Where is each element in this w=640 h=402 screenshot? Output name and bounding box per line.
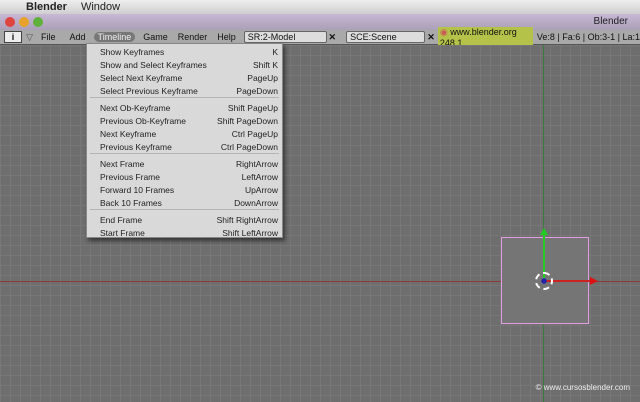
menu-item[interactable]: Previous Keyframe Ctrl PageDown: [87, 140, 282, 153]
menu-item[interactable]: Select Previous Keyframe PageDown: [87, 84, 282, 97]
menu-add[interactable]: Add: [70, 32, 86, 42]
zoom-button[interactable]: [33, 17, 43, 27]
collapse-icon[interactable]: ▽: [26, 32, 33, 43]
screen-selector[interactable]: SR:2-Model: [243, 31, 327, 43]
menu-item-shortcut: Shift PageUp: [227, 102, 278, 113]
menu-item[interactable]: Start Frame Shift LeftArrow: [87, 226, 282, 239]
menu-item-shortcut: PageDown: [236, 85, 278, 96]
menu-item-label: Back 10 Frames: [100, 197, 162, 208]
x-arrow-head: [590, 277, 598, 285]
timeline-menu: Show Keyframes K Show and Select Keyframes…: [86, 43, 283, 238]
menu-item-label: Next Ob-Keyframe: [100, 102, 171, 113]
menu-item-shortcut: LeftArrow: [241, 171, 278, 182]
menu-item-label: Next Keyframe: [100, 128, 157, 139]
menu-item-label: Select Next Keyframe: [100, 72, 183, 83]
menu-item-label: Select Previous Keyframe: [100, 85, 198, 96]
menu-file[interactable]: File: [41, 32, 56, 42]
menu-item[interactable]: Next Keyframe Ctrl PageUp: [87, 127, 282, 140]
menu-item[interactable]: Back 10 Frames DownArrow: [87, 196, 282, 209]
menu-item-shortcut: K: [272, 46, 278, 57]
menu-item-label: Next Frame: [100, 158, 145, 169]
menu-item-label: Show and Select Keyframes: [100, 59, 207, 70]
menu-item[interactable]: Forward 10 Frames UpArrow: [87, 183, 282, 196]
menu-render[interactable]: Render: [178, 32, 208, 42]
minimize-button[interactable]: [19, 17, 29, 27]
menu-item-shortcut: PageUp: [247, 72, 278, 83]
editor-type-button[interactable]: i: [4, 31, 23, 43]
scene-stats: Ve:8 | Fa:6 | Ob:3-1 | La:1: [536, 32, 640, 42]
menu-item[interactable]: Show Keyframes K: [87, 45, 282, 58]
menu-item[interactable]: Next Frame RightArrow: [87, 157, 282, 170]
menu-item[interactable]: Next Ob-Keyframe Shift PageUp: [87, 101, 282, 114]
delete-scene-icon[interactable]: ✕: [427, 32, 435, 43]
menu-separator: [90, 209, 279, 210]
app-menu[interactable]: Blender: [26, 1, 67, 13]
window-title: Blender: [593, 16, 628, 27]
menu-item-label: Show Keyframes: [100, 46, 165, 57]
menu-separator: [90, 153, 279, 154]
menu-item[interactable]: Previous Ob-Keyframe Shift PageDown: [87, 114, 282, 127]
menu-item-shortcut: UpArrow: [244, 184, 278, 195]
menu-item-shortcut: Shift LeftArrow: [222, 227, 278, 238]
menu-item[interactable]: Show and Select Keyframes Shift K: [87, 58, 282, 71]
title-bar: Blender: [0, 14, 640, 30]
menu-item-shortcut: Shift PageDown: [217, 115, 278, 126]
blender-logo-icon: ◉: [439, 26, 448, 37]
menu-item-shortcut: Shift RightArrow: [216, 214, 278, 225]
3d-cursor-icon[interactable]: [535, 272, 553, 290]
menu-item-label: End Frame: [100, 214, 143, 225]
menu-item-label: Forward 10 Frames: [100, 184, 175, 195]
menu-game[interactable]: Game: [143, 32, 168, 42]
menu-item-label: Previous Ob-Keyframe: [100, 115, 186, 126]
menu-help[interactable]: Help: [217, 32, 236, 42]
scene-selector[interactable]: SCE:Scene: [346, 31, 426, 43]
y-arrow-head: [540, 228, 548, 235]
menu-item-label: Previous Frame: [100, 171, 160, 182]
menu-item-shortcut: Shift K: [252, 59, 278, 70]
menu-item[interactable]: End Frame Shift RightArrow: [87, 213, 282, 226]
menu-separator: [90, 97, 279, 98]
menu-item-label: Start Frame: [100, 227, 145, 238]
y-axis-line: [543, 45, 544, 402]
menu-item-label: Previous Keyframe: [100, 141, 172, 152]
menu-item-shortcut: Ctrl PageUp: [231, 128, 278, 139]
menu-item-shortcut: DownArrow: [234, 197, 278, 208]
menu-item-shortcut: RightArrow: [235, 158, 278, 169]
close-button[interactable]: [5, 17, 15, 27]
mac-menubar: Blender Window: [0, 0, 640, 14]
menu-timeline[interactable]: Timeline: [93, 32, 136, 42]
menu-item[interactable]: Select Next Keyframe PageUp: [87, 71, 282, 84]
window-menu[interactable]: Window: [81, 1, 120, 13]
menu-item[interactable]: Previous Frame LeftArrow: [87, 170, 282, 183]
delete-screen-icon[interactable]: ✕: [329, 32, 337, 43]
menu-item-shortcut: Ctrl PageDown: [220, 141, 278, 152]
watermark: © www.cursosblender.com: [535, 383, 630, 392]
